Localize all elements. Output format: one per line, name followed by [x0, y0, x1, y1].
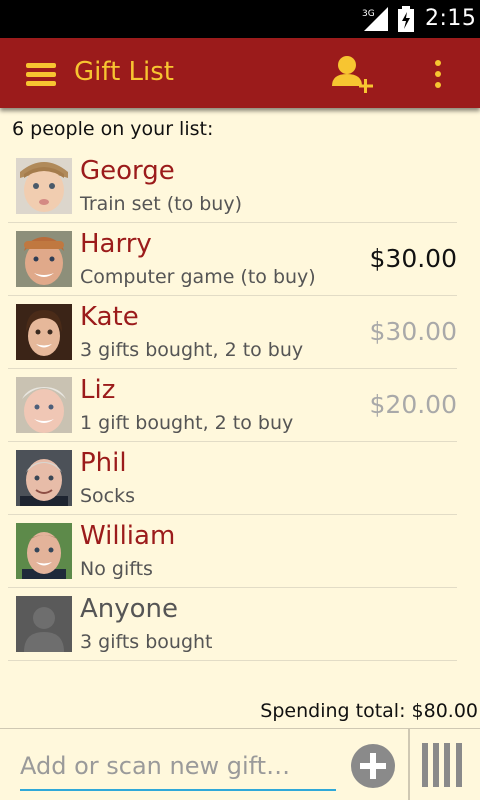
- add-person-icon[interactable]: [330, 52, 378, 98]
- person-row-kate[interactable]: Kate 3 gifts bought, 2 to buy $30.00: [8, 296, 457, 369]
- gift-status: 3 gifts bought, 2 to buy: [80, 339, 304, 361]
- gift-status: Train set (to buy): [80, 193, 242, 215]
- person-name: Kate: [80, 302, 139, 332]
- status-bar: 3G 2:15: [0, 0, 480, 38]
- gift-status: 1 gift bought, 2 to buy: [80, 412, 294, 434]
- battery-icon: [398, 6, 414, 32]
- gift-status: Socks: [80, 485, 136, 507]
- gift-input[interactable]: [20, 747, 336, 791]
- person-name: Harry: [80, 229, 152, 259]
- barcode-scan-icon[interactable]: [420, 741, 468, 789]
- person-name: Liz: [80, 375, 116, 405]
- person-name: Anyone: [80, 594, 179, 624]
- spending-total: Spending total: $80.00: [260, 700, 478, 722]
- gift-status: Computer game (to buy): [80, 266, 316, 288]
- person-row-william[interactable]: William No gifts: [8, 515, 457, 588]
- gift-status: 3 gifts bought: [80, 631, 213, 653]
- signal-icon: 3G: [362, 7, 388, 31]
- person-row-george[interactable]: George Train set (to buy): [8, 150, 457, 223]
- avatar: [16, 231, 72, 287]
- gift-status: No gifts: [80, 558, 153, 580]
- app-title: Gift List: [74, 57, 174, 87]
- people-list: George Train set (to buy) Harry Computer…: [8, 150, 457, 661]
- person-amount: $20.00: [369, 390, 457, 419]
- person-amount: $30.00: [369, 317, 457, 346]
- divider: [408, 729, 410, 800]
- bottom-bar: [0, 728, 480, 800]
- person-name: William: [80, 521, 176, 551]
- overflow-menu-icon[interactable]: [425, 58, 451, 90]
- person-row-harry[interactable]: Harry Computer game (to buy) $30.00: [8, 223, 457, 296]
- add-gift-icon[interactable]: [350, 743, 396, 789]
- person-row-liz[interactable]: Liz 1 gift bought, 2 to buy $20.00: [8, 369, 457, 442]
- avatar: [16, 304, 72, 360]
- people-count: 6 people on your list:: [12, 118, 214, 140]
- hamburger-menu-icon[interactable]: [24, 60, 60, 88]
- person-row-phil[interactable]: Phil Socks: [8, 442, 457, 515]
- person-amount: $30.00: [369, 244, 457, 273]
- person-name: Phil: [80, 448, 127, 478]
- avatar: [16, 450, 72, 506]
- generic-person-icon: [16, 596, 72, 652]
- avatar: [16, 523, 72, 579]
- app-bar: Gift List: [0, 38, 480, 108]
- clock: 2:15: [425, 6, 477, 31]
- person-name: George: [80, 156, 175, 186]
- svg-text:3G: 3G: [362, 9, 375, 19]
- person-row-anyone[interactable]: Anyone 3 gifts bought: [8, 588, 457, 661]
- avatar: [16, 158, 72, 214]
- avatar: [16, 377, 72, 433]
